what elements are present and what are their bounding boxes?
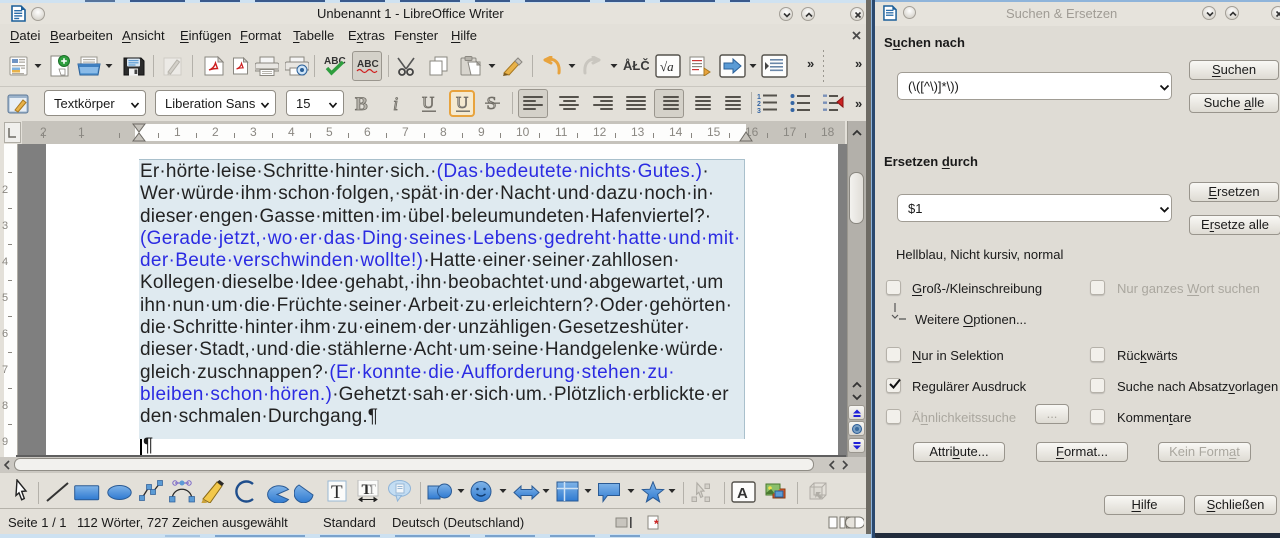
svg-text:2: 2 xyxy=(757,101,761,108)
svg-text:»: » xyxy=(807,57,814,71)
svg-text:ÅŁČ: ÅŁČ xyxy=(623,58,649,73)
svg-text:T: T xyxy=(331,482,343,502)
svg-text:B: B xyxy=(355,94,368,115)
svg-text:T: T xyxy=(367,482,376,498)
svg-text:»: » xyxy=(855,57,862,71)
svg-text:A: A xyxy=(737,485,748,502)
svg-text:ABC: ABC xyxy=(357,59,379,70)
svg-text:i: i xyxy=(393,94,398,115)
svg-text:»: » xyxy=(855,97,862,111)
svg-text:√a: √a xyxy=(660,59,674,74)
svg-text:U: U xyxy=(456,93,468,112)
svg-text:3: 3 xyxy=(757,108,761,114)
svg-text:U: U xyxy=(422,93,434,112)
svg-text:*: * xyxy=(654,517,659,530)
svg-text:1: 1 xyxy=(757,94,761,101)
